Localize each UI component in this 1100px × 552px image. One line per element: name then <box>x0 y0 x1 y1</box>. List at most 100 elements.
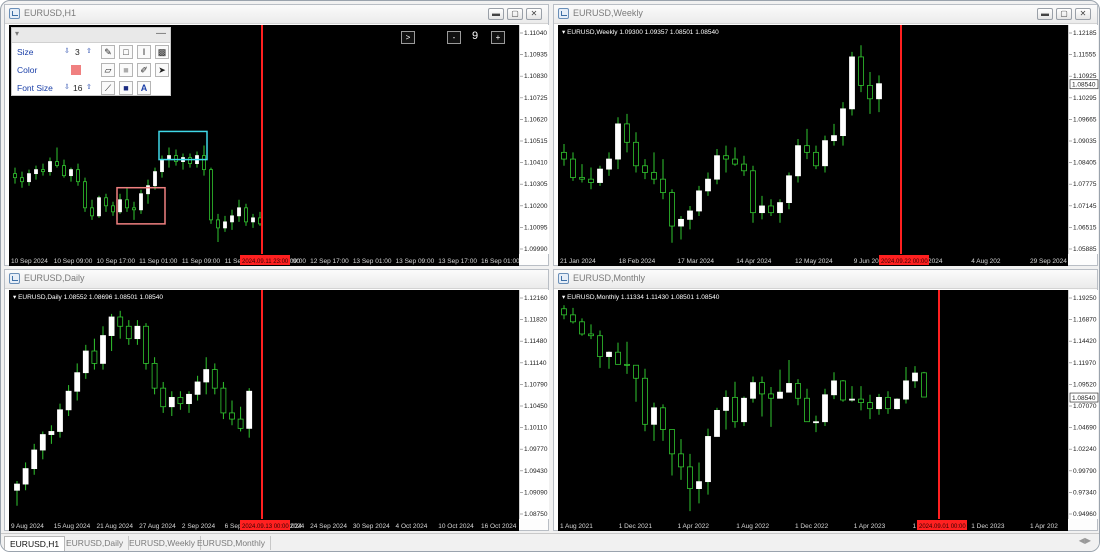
window-title: EURUSD,Weekly <box>573 8 643 18</box>
size-up-icon[interactable]: ⇧ <box>86 47 92 55</box>
tab-eurusd-weekly[interactable]: EURUSD,Weekly <box>124 536 201 550</box>
text-cursor-icon[interactable]: I <box>137 45 151 59</box>
decrease-button[interactable]: - <box>447 31 461 44</box>
bull-candle <box>203 369 210 383</box>
bear-candle <box>41 169 45 173</box>
bear-candle <box>55 161 59 166</box>
bull-candle <box>57 409 63 432</box>
time-tick-label: 11 Sep 01:00 <box>139 258 178 265</box>
toolbox-expand-icon[interactable]: ▾ <box>15 29 19 38</box>
price-axis[interactable]: 1.11040 1.10935 1.10830 1.10725 1.10620 1.105… <box>519 25 549 254</box>
color-swatch[interactable] <box>71 65 81 75</box>
next-button[interactable]: > <box>401 31 415 44</box>
chart-window-monthly[interactable]: EURUSD,Monthly ▾ EURUSD,Monthly 1.11334 … <box>553 269 1099 531</box>
size-down-icon[interactable]: ⇩ <box>64 47 70 55</box>
price-axis[interactable]: 1.19250 1.16870 1.14420 1.11970 1.09520 1.070… <box>1068 290 1099 519</box>
price-tick-label: 0.97340 <box>1073 489 1097 496</box>
toolbox-header[interactable]: ▾ — <box>12 28 170 43</box>
price-tick-label: 1.10305 <box>524 181 548 188</box>
bear-candle <box>768 393 774 399</box>
bear-candle <box>62 165 66 177</box>
time-axis[interactable]: 21 Jan 2024 18 Feb 2024 17 Mar 2024 14 Apr … <box>558 254 1068 266</box>
price-tick-label: 1.11820 <box>524 317 547 324</box>
price-axis[interactable]: 1.12185 1.11555 1.10925 1.10295 1.09665 1.090… <box>1068 25 1099 254</box>
chart-window-weekly[interactable]: EURUSD,Weekly ▬ ▢ ✕ ▾ EURUSD,Weekly 1.09… <box>553 4 1099 266</box>
window-titlebar[interactable]: EURUSD,Monthly <box>554 270 1097 289</box>
maximize-button[interactable]: ▢ <box>1056 8 1072 20</box>
bear-candle <box>858 56 864 86</box>
bull-candle <box>696 481 702 489</box>
bear-candle <box>125 325 132 340</box>
close-button[interactable]: ✕ <box>526 8 542 20</box>
bear-candle <box>840 380 846 401</box>
minimize-button[interactable]: ▬ <box>1037 8 1053 20</box>
bull-candle <box>705 178 711 192</box>
time-tick-label: 9 Aug 2024 <box>11 523 44 530</box>
bull-candle <box>82 350 89 374</box>
rectangle-icon[interactable]: □ <box>119 45 133 59</box>
chart-plot-area[interactable]: ▾ EURUSD,Monthly 1.11334 1.11430 1.08501… <box>558 290 1068 519</box>
bear-candle <box>104 197 108 207</box>
bear-candle <box>237 418 244 429</box>
time-axis[interactable]: 9 Aug 2024 15 Aug 2024 21 Aug 2024 27 Aug 2… <box>9 519 519 531</box>
maximize-button[interactable]: ▢ <box>507 8 523 20</box>
bear-candle <box>867 402 873 410</box>
eraser-icon[interactable]: ▱ <box>101 63 115 77</box>
color-label: Color <box>17 65 38 75</box>
size-value[interactable]: 3 <box>75 47 80 57</box>
bull-candle <box>108 316 115 336</box>
chart-window-daily[interactable]: EURUSD,Daily ▾ EURUSD,Daily 1.08552 1.08… <box>4 269 549 531</box>
bull-candle <box>876 83 882 100</box>
time-tick-label: 1 Apr 2023 <box>854 523 886 530</box>
pencil-icon[interactable]: ✎ <box>101 45 115 59</box>
increase-button[interactable]: + <box>491 31 505 44</box>
font-size-value[interactable]: 16 <box>73 83 82 93</box>
price-tick-label: 1.08405 <box>1073 160 1097 167</box>
price-axis[interactable]: 1.12160 1.11820 1.11480 1.11140 1.10790 1.104… <box>519 290 549 519</box>
trash-icon[interactable]: ▩ <box>155 45 169 59</box>
window-titlebar[interactable]: EURUSD,Daily <box>5 270 548 289</box>
close-button[interactable]: ✕ <box>1075 8 1091 20</box>
bull-candle <box>903 380 909 400</box>
time-axis[interactable]: 10 Sep 2024 10 Sep 09:00 10 Sep 17:00 11 Se… <box>9 254 519 266</box>
bull-candle <box>696 190 702 212</box>
pointer-icon[interactable]: ➤ <box>155 63 169 77</box>
time-axis[interactable]: 1 Aug 2021 1 Dec 2021 1 Apr 2022 1 Aug 2022… <box>558 519 1068 531</box>
minimize-button[interactable]: ▬ <box>488 8 504 20</box>
window-titlebar[interactable]: EURUSD,Weekly ▬ ▢ ✕ <box>554 5 1097 24</box>
text-tool-icon[interactable]: A <box>137 81 151 95</box>
filled-square-icon[interactable]: ■ <box>119 81 133 95</box>
brush-icon[interactable]: ✐ <box>137 63 151 77</box>
time-tick-label: 11 Sep 09:00 <box>182 258 221 265</box>
terminal-frame: EURUSD,H1 ▬ ▢ ✕ 1.11040 1.10935 1.10830 1.1… <box>0 0 1100 552</box>
chart-plot-area[interactable]: ▾ EURUSD,Daily 1.08552 1.08696 1.08501 1… <box>9 290 519 519</box>
bear-candle <box>651 172 657 180</box>
time-tick-label: 12 May 2024 <box>795 258 833 265</box>
line-icon[interactable]: ⟋ <box>101 81 115 95</box>
bull-candle <box>651 407 657 425</box>
font-size-up-icon[interactable]: ⇧ <box>86 83 92 91</box>
price-tick-label: 1.11140 <box>524 360 547 367</box>
bear-candle <box>588 333 594 337</box>
time-tick-label: 11 Se <box>225 258 242 265</box>
chart-window-h1[interactable]: EURUSD,H1 ▬ ▢ ✕ 1.11040 1.10935 1.10830 1.1… <box>4 4 549 266</box>
chart-plot-area[interactable]: ▾ EURUSD,Weekly 1.09300 1.09357 1.08501 … <box>558 25 1068 254</box>
bear-candle <box>687 466 693 489</box>
bear-candle <box>579 177 585 180</box>
window-titlebar[interactable]: EURUSD,H1 ▬ ▢ ✕ <box>5 5 548 24</box>
bull-candle <box>237 207 241 217</box>
time-tick-label: 13 Sep 01:00 <box>353 258 392 265</box>
bear-candle <box>188 157 192 164</box>
bear-candle <box>76 169 80 183</box>
font-size-down-icon[interactable]: ⇩ <box>64 83 70 91</box>
tab-eurusd-h1[interactable]: EURUSD,H1 <box>4 536 66 551</box>
filled-rectangle-icon[interactable]: ■ <box>119 63 133 77</box>
tab-eurusd-daily[interactable]: EURUSD,Daily <box>61 536 130 550</box>
tab-eurusd-monthly[interactable]: EURUSD,Monthly <box>192 536 272 550</box>
bull-candle <box>134 325 141 340</box>
bull-candle <box>97 197 101 217</box>
bull-candle <box>48 431 55 435</box>
toolbox-minimize-button[interactable]: — <box>156 28 166 39</box>
time-tick-label: 18 Feb 2024 <box>619 258 656 265</box>
tab-scroll-icon[interactable]: ◀▶ <box>1079 536 1091 545</box>
